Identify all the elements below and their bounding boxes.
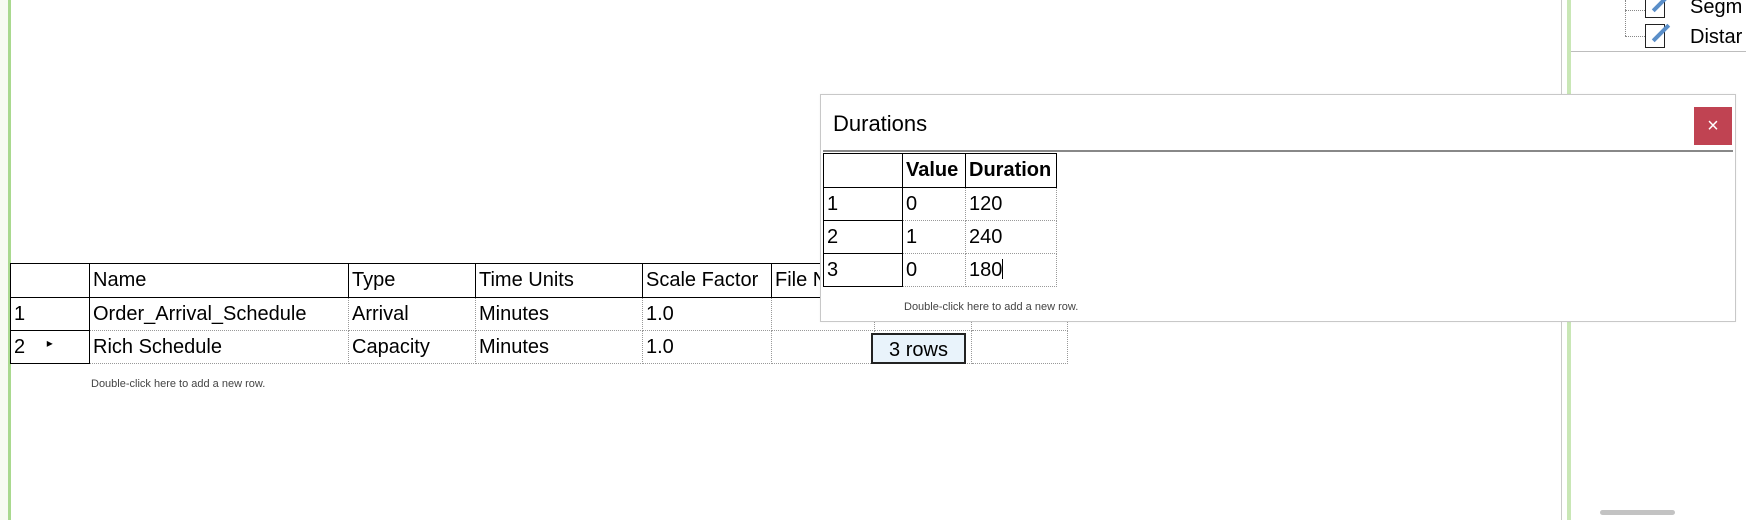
- table-row[interactable]: 1 0 120: [823, 187, 1057, 221]
- row-number[interactable]: 2: [823, 220, 903, 254]
- current-row-marker-icon: ▸: [46, 335, 53, 350]
- cell-time-units[interactable]: Minutes: [475, 297, 643, 331]
- column-header-time-units[interactable]: Time Units: [475, 263, 643, 298]
- table-row[interactable]: 3 0 180: [823, 253, 1057, 287]
- row-number[interactable]: 3: [823, 253, 903, 287]
- row-number[interactable]: 2 ▸: [10, 330, 90, 364]
- tree-item-label: Segm: [1690, 0, 1743, 18]
- row-number[interactable]: 1: [10, 297, 90, 331]
- panel-divider: [1571, 51, 1746, 52]
- cell-file-name[interactable]: [771, 330, 875, 364]
- column-header-value[interactable]: Value: [902, 153, 966, 188]
- left-gutter: [0, 0, 11, 520]
- cell-time-units[interactable]: Minutes: [475, 330, 643, 364]
- cell-duration-editing[interactable]: 180: [965, 253, 1057, 287]
- dialog-divider: [823, 150, 1733, 152]
- cell-name[interactable]: Order_Arrival_Schedule: [89, 297, 349, 331]
- close-icon: ×: [1707, 115, 1719, 137]
- tree-connector: [1625, 0, 1627, 36]
- add-row-hint[interactable]: Double-click here to add a new row.: [904, 301, 1078, 313]
- cell-scale-factor[interactable]: 1.0: [642, 330, 772, 364]
- cell-duration[interactable]: 240: [965, 220, 1057, 254]
- cell-extra[interactable]: [970, 330, 1068, 364]
- row-header-corner: [823, 153, 903, 188]
- durations-rows-button[interactable]: 3 rows: [871, 333, 966, 364]
- duration-edit-text[interactable]: 180: [969, 259, 1002, 281]
- tree-connector: [1625, 10, 1645, 11]
- cell-type[interactable]: Capacity: [348, 330, 476, 364]
- tree-connector: [1625, 36, 1645, 37]
- column-header-duration[interactable]: Duration: [965, 153, 1057, 188]
- tree-item-label: Distar: [1690, 26, 1743, 48]
- close-button[interactable]: ×: [1694, 107, 1732, 145]
- cell-value[interactable]: 0: [902, 253, 966, 287]
- cell-duration[interactable]: 120: [965, 187, 1057, 221]
- durations-dialog: Durations × Value Duration 1 0 120 2 1 2…: [820, 94, 1736, 322]
- column-header-name[interactable]: Name: [89, 263, 349, 298]
- dialog-title: Durations: [833, 111, 928, 136]
- row-number-text: 2: [14, 335, 26, 358]
- text-caret: [1002, 258, 1004, 279]
- cell-value[interactable]: 0: [902, 187, 966, 221]
- row-header-corner: [10, 263, 90, 298]
- column-header-scale-factor[interactable]: Scale Factor: [642, 263, 772, 298]
- row-number[interactable]: 1: [823, 187, 903, 221]
- cell-value[interactable]: 1: [902, 220, 966, 254]
- cell-type[interactable]: Arrival: [348, 297, 476, 331]
- add-row-hint[interactable]: Double-click here to add a new row.: [91, 378, 265, 390]
- horizontal-scrollbar-thumb[interactable]: [1600, 510, 1675, 515]
- column-header-type[interactable]: Type: [348, 263, 476, 298]
- durations-table: Value Duration 1 0 120 2 1 240 3 0 180: [823, 153, 1057, 287]
- cell-name[interactable]: Rich Schedule: [89, 330, 349, 364]
- table-row[interactable]: 2 1 240: [823, 220, 1057, 254]
- cell-scale-factor[interactable]: 1.0: [642, 297, 772, 331]
